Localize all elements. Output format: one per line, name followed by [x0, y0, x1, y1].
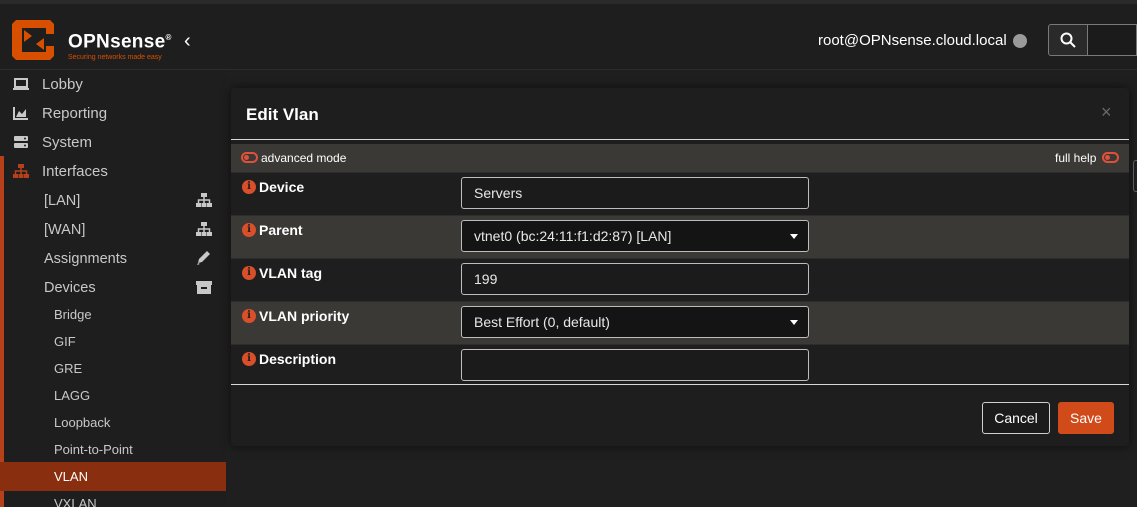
sidebar-item-label: Loopback	[54, 415, 111, 430]
caret-down-icon	[790, 234, 798, 239]
advanced-mode-label[interactable]: advanced mode	[261, 151, 346, 165]
sidebar-item-label: Reporting	[42, 105, 108, 122]
sidebar-item-vlan[interactable]: VLAN	[0, 462, 226, 491]
sidebar-item-label: System	[42, 134, 93, 151]
sidebar-item-vxlan[interactable]: VXLAN	[0, 489, 226, 507]
brand[interactable]: OPNsense® Securing networks made easy	[68, 28, 172, 62]
sitemap-icon	[196, 222, 212, 236]
mode-toggle-row: advanced mode full help	[231, 144, 1129, 172]
search-button[interactable]	[1048, 24, 1088, 56]
opnsense-logo-icon[interactable]	[10, 16, 58, 64]
sidebar-item-reporting[interactable]: Reporting	[0, 99, 226, 128]
sitemap-icon	[13, 164, 29, 178]
sidebar-item-label: Bridge	[54, 307, 92, 322]
vlan-priority-select-value: Best Effort (0, default)	[474, 314, 610, 330]
background-control-edge	[1133, 160, 1137, 192]
info-icon[interactable]: i	[242, 266, 256, 280]
sidebar-item-label: GIF	[54, 334, 76, 349]
sidebar-item-label: Lobby	[42, 76, 83, 93]
form-row-description: i Description	[231, 344, 1129, 387]
field-label: VLAN priority	[259, 308, 350, 324]
edit-vlan-dialog: Edit Vlan × advanced mode full help i De…	[231, 88, 1129, 446]
server-icon	[14, 136, 28, 148]
sidebar-item-wan[interactable]: [WAN]	[0, 215, 226, 244]
sidebar-item-lagg[interactable]: LAGG	[0, 381, 226, 410]
sidebar-item-gif[interactable]: GIF	[0, 327, 226, 356]
close-icon[interactable]: ×	[1101, 102, 1112, 122]
sidebar-item-label: VXLAN	[54, 496, 97, 507]
sidebar-item-devices[interactable]: Devices	[0, 273, 226, 302]
save-button[interactable]: Save	[1058, 402, 1114, 434]
dialog-title: Edit Vlan	[246, 105, 319, 124]
search-input[interactable]	[1088, 24, 1137, 56]
brand-name: OPNsense	[68, 31, 166, 53]
description-input[interactable]	[461, 349, 809, 381]
sidebar-item-system[interactable]: System	[0, 128, 226, 157]
sidebar-item-lobby[interactable]: Lobby	[0, 70, 226, 99]
top-bar: OPNsense® Securing networks made easy ‹ …	[0, 0, 1137, 70]
collapse-sidebar-icon[interactable]: ‹	[184, 30, 200, 52]
status-indicator-icon[interactable]	[1013, 34, 1027, 48]
sidebar-item-label: GRE	[54, 361, 83, 376]
sidebar-item-lan[interactable]: [LAN]	[0, 186, 226, 215]
vlan-tag-input[interactable]: 199	[461, 263, 809, 295]
info-icon[interactable]: i	[242, 352, 256, 366]
dialog-footer: Cancel Save	[231, 384, 1129, 446]
sitemap-icon	[196, 193, 212, 207]
full-help-toggle[interactable]	[1102, 152, 1119, 163]
sidebar-item-label: LAGG	[54, 388, 91, 403]
cancel-button[interactable]: Cancel	[982, 402, 1050, 434]
field-label: Description	[259, 351, 337, 367]
device-input[interactable]: Servers	[461, 177, 809, 209]
vlan-priority-select[interactable]: Best Effort (0, default)	[461, 306, 809, 338]
sidebar-item-point-to-point[interactable]: Point-to-Point	[0, 435, 226, 464]
sidebar: Lobby Reporting System Interfaces [LAN] …	[0, 70, 226, 507]
info-icon[interactable]: i	[242, 180, 256, 194]
sidebar-item-label: Point-to-Point	[54, 442, 133, 457]
parent-select[interactable]: vtnet0 (bc:24:11:f1:d2:87) [LAN]	[461, 220, 809, 252]
user-menu[interactable]: root@OPNsense.cloud.local	[818, 32, 1007, 49]
sidebar-item-bridge[interactable]: Bridge	[0, 300, 226, 329]
sidebar-item-interfaces[interactable]: Interfaces	[0, 157, 226, 186]
field-label: Device	[259, 179, 305, 195]
advanced-mode-toggle[interactable]	[241, 152, 258, 163]
form-row-vlan-tag: i VLAN tag 199	[231, 258, 1129, 301]
sidebar-item-label: Assignments	[44, 250, 128, 267]
laptop-icon	[13, 78, 29, 90]
form-row-parent: i Parent vtnet0 (bc:24:11:f1:d2:87) [LAN…	[231, 215, 1129, 258]
form-row-vlan-priority: i VLAN priority Best Effort (0, default)	[231, 301, 1129, 344]
field-label: Parent	[259, 222, 303, 238]
area-chart-icon	[13, 107, 28, 120]
parent-select-value: vtnet0 (bc:24:11:f1:d2:87) [LAN]	[474, 228, 672, 244]
info-icon[interactable]: i	[242, 223, 256, 237]
sidebar-item-label: Interfaces	[42, 163, 108, 180]
pencil-icon	[197, 251, 210, 265]
form-row-device: i Device Servers	[231, 172, 1129, 215]
sidebar-item-assignments[interactable]: Assignments	[0, 244, 226, 273]
sidebar-item-label: [LAN]	[44, 192, 81, 209]
sidebar-item-label: [WAN]	[44, 221, 86, 238]
registered-mark: ®	[165, 33, 172, 42]
sidebar-item-loopback[interactable]: Loopback	[0, 408, 226, 437]
caret-down-icon	[790, 320, 798, 325]
field-label: VLAN tag	[259, 265, 322, 281]
sidebar-item-gre[interactable]: GRE	[0, 354, 226, 383]
info-icon[interactable]: i	[242, 309, 256, 323]
dialog-header: Edit Vlan ×	[231, 88, 1129, 140]
full-help-label[interactable]: full help	[1055, 151, 1096, 165]
archive-icon	[196, 281, 212, 294]
search-icon	[1060, 32, 1076, 48]
sidebar-item-label: VLAN	[54, 469, 88, 484]
brand-tagline: Securing networks made easy	[68, 54, 162, 62]
sidebar-item-label: Devices	[44, 279, 96, 296]
